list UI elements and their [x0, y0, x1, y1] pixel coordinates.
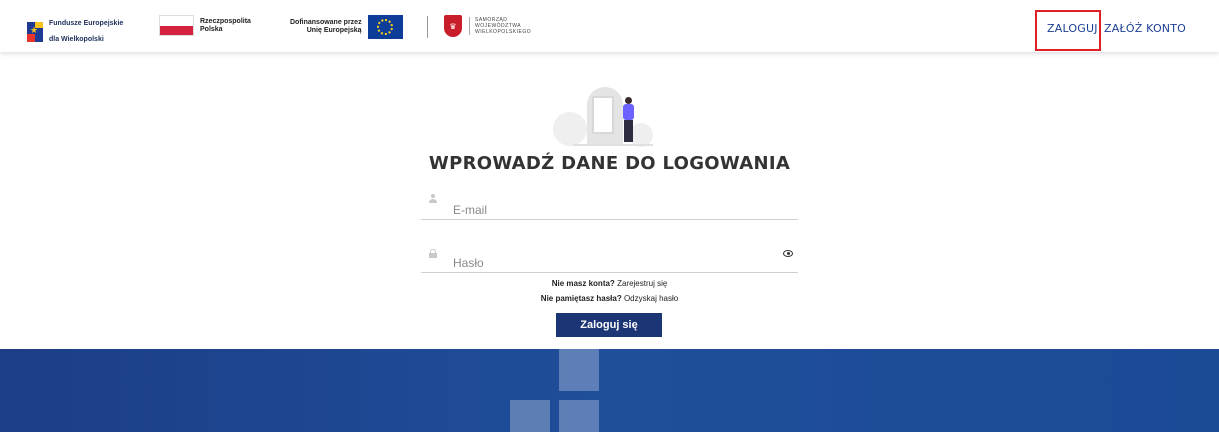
footer-square — [559, 400, 599, 432]
eu-logo[interactable]: Dofinansowane przez Unię Europejską — [290, 15, 403, 39]
fe-logo-line2: dla Wielkopolski — [49, 36, 104, 43]
lock-icon — [429, 249, 437, 258]
rzeczpospolita-logo[interactable]: Rzeczpospolita Polska — [159, 15, 251, 36]
eu-logo-line2: Unię Europejską — [306, 27, 362, 34]
login-nav-link[interactable]: ZALOGUJ — [1047, 22, 1098, 35]
register-link[interactable]: Zarejestruj się — [617, 279, 667, 288]
footer-square — [559, 349, 599, 391]
sw-logo-line3: WIELKOPOLSKIEGO — [475, 29, 532, 35]
header-divider — [427, 16, 428, 38]
email-field — [421, 192, 798, 220]
eu-logo-line1: Dofinansowane przez — [290, 19, 362, 26]
forgot-password-text: Nie pamiętasz hasła? — [540, 294, 622, 303]
no-account-line: Nie masz konta? Zarejestruj się — [0, 279, 1219, 288]
password-input[interactable] — [453, 255, 773, 271]
footer-banner — [0, 349, 1219, 432]
rp-logo-line1: Rzeczpospolita — [200, 17, 251, 25]
forgot-password-line: Nie pamiętasz hasła? Odzyskaj hasło — [0, 294, 1219, 303]
register-nav-link[interactable]: ZAŁÓŻ KONTO — [1104, 22, 1186, 35]
fe-logo-line1: Fundusze Europejskie — [49, 20, 124, 27]
no-account-text: Nie masz konta? — [551, 279, 615, 288]
site-header: ★ Fundusze Europejskie dla Wielkopolski … — [0, 0, 1219, 52]
fundusze-europejskie-logo[interactable]: ★ Fundusze Europejskie dla Wielkopolski — [27, 12, 123, 52]
login-submit-button[interactable]: Zaloguj się — [556, 313, 662, 337]
password-field — [421, 246, 798, 273]
samorzad-logo[interactable]: ♛ SAMORZĄD WOJEWÓDZTWA WIELKOPOLSKIEGO — [444, 15, 531, 37]
rp-logo-line2: Polska — [200, 25, 223, 33]
recover-password-link[interactable]: Odzyskaj hasło — [624, 294, 678, 303]
fe-mark-icon: ★ — [27, 22, 43, 42]
eye-icon[interactable] — [783, 250, 793, 257]
polish-flag-icon — [159, 15, 194, 36]
page-title: WPROWADŹ DANE DO LOGOWANIA — [428, 153, 791, 174]
user-icon — [429, 194, 437, 203]
email-input[interactable] — [453, 202, 773, 218]
footer-square — [510, 400, 550, 432]
login-illustration — [553, 87, 661, 147]
eu-flag-icon — [367, 15, 403, 39]
eagle-shield-icon: ♛ — [444, 15, 462, 37]
